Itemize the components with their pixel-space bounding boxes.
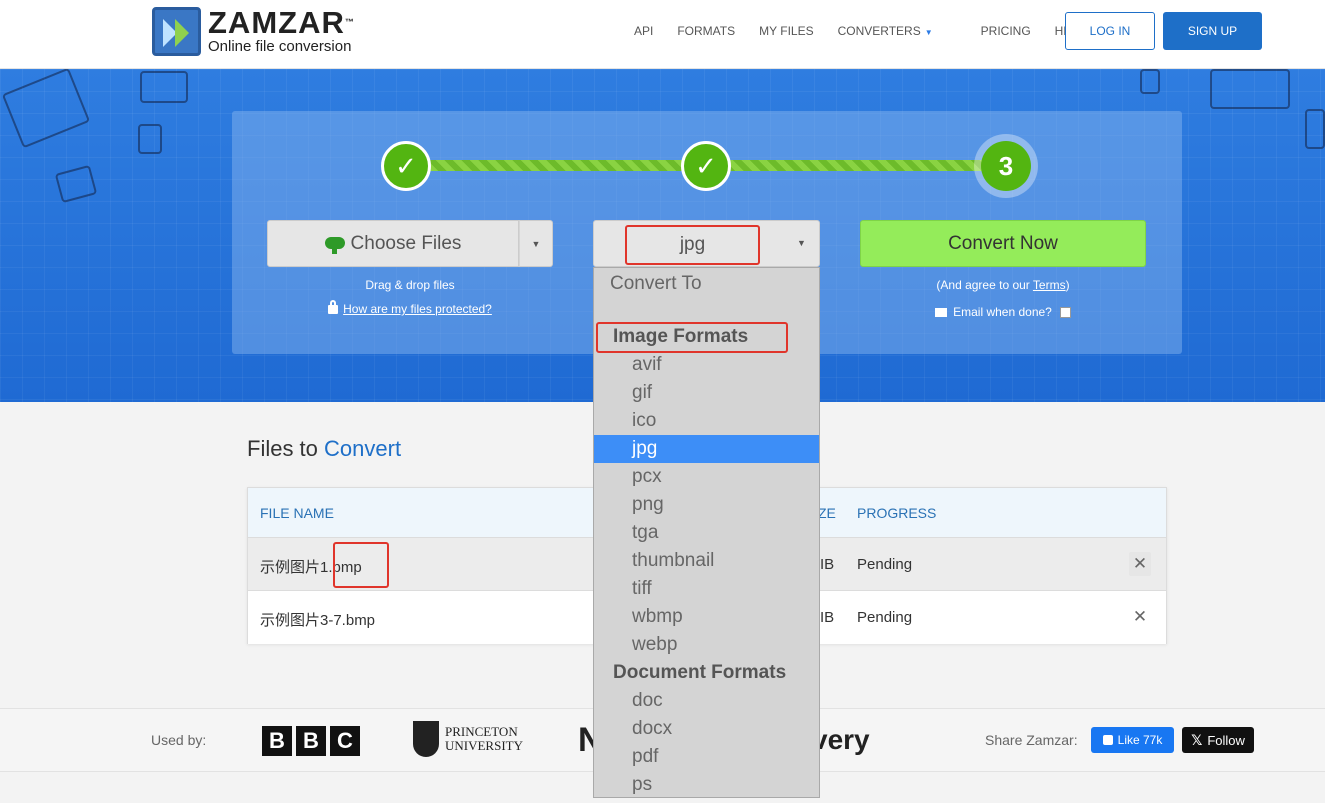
nav-my-files[interactable]: MY FILES — [759, 24, 813, 38]
laptop-icon — [1210, 69, 1290, 109]
share-label: Share Zamzar: — [985, 732, 1078, 748]
used-by-label: Used by: — [151, 732, 207, 748]
upload-cloud-icon — [324, 235, 345, 254]
option-wbmp[interactable]: wbmp — [594, 603, 819, 631]
brand-tagline: Online file conversion — [208, 38, 352, 55]
choose-files-button[interactable]: Choose Files — [267, 220, 519, 267]
document-file-icon — [138, 124, 162, 154]
email-checkbox[interactable] — [1059, 306, 1071, 318]
x-logo-icon: 𝕏 — [1191, 731, 1203, 748]
convert-now-button[interactable]: Convert Now — [860, 220, 1146, 267]
bbc-letter: B — [262, 726, 292, 756]
highlight-box-bmp — [333, 542, 389, 588]
col-size: ZE — [818, 505, 836, 521]
thumbs-up-icon — [1102, 735, 1113, 745]
terms-link[interactable]: Terms — [1033, 278, 1066, 292]
email-when-done: Email when done? — [860, 305, 1146, 319]
choose-files-label: Choose Files — [350, 232, 462, 254]
option-tga[interactable]: tga — [594, 519, 819, 547]
col-progress: PROGRESS — [857, 505, 937, 521]
princeton-logo: PRINCETON UNIVERSITY — [413, 721, 523, 757]
remove-file-button[interactable]: ✕ — [1129, 605, 1151, 629]
nav-formats[interactable]: FORMATS — [677, 24, 735, 38]
device-icon — [1305, 109, 1325, 149]
title-part-2: Convert — [324, 436, 402, 461]
terms-prefix: (And agree to our — [936, 278, 1033, 292]
mail-icon — [935, 307, 948, 317]
step-3-indicator: 3 — [981, 141, 1031, 191]
option-jpg[interactable]: jpg — [594, 435, 819, 463]
video-file-icon — [140, 71, 188, 103]
caret-down-icon: ▼ — [531, 238, 541, 249]
bbc-logo: B B C — [262, 726, 364, 756]
signup-button[interactable]: SIGN UP — [1163, 12, 1262, 50]
files-protected-link[interactable]: How are my files protected? — [267, 300, 553, 316]
caret-down-icon: ▼ — [924, 28, 933, 37]
brand-name: ZAMZAR — [208, 5, 345, 40]
option-doc[interactable]: doc — [594, 687, 819, 715]
file-size: IB — [820, 609, 835, 626]
bbc-letter: B — [296, 726, 326, 756]
trademark: ™ — [344, 17, 355, 27]
option-ps[interactable]: ps — [594, 771, 819, 797]
option-thumbnail[interactable]: thumbnail — [594, 547, 819, 575]
step-2-check-icon: ✓ — [681, 141, 731, 191]
x-follow-button[interactable]: 𝕏 Follow — [1182, 727, 1254, 753]
nav-converters[interactable]: CONVERTERS ▼ — [838, 24, 957, 38]
login-button[interactable]: LOG IN — [1065, 12, 1155, 50]
file-size: IB — [820, 556, 835, 573]
option-avif[interactable]: avif — [594, 351, 819, 379]
princeton-shield-icon — [413, 721, 439, 757]
files-section-title: Files to Convert — [247, 436, 401, 462]
highlight-box-image-formats — [596, 322, 788, 353]
x-follow-label: Follow — [1207, 732, 1245, 748]
remove-file-button[interactable]: ✕ — [1129, 552, 1151, 576]
file-progress: Pending — [857, 556, 913, 573]
choose-files-dropdown-toggle[interactable]: ▼ — [519, 220, 553, 267]
files-protected-label: How are my files protected? — [343, 302, 492, 316]
option-png[interactable]: png — [594, 491, 819, 519]
terms-suffix: ) — [1065, 278, 1070, 292]
file-progress: Pending — [857, 609, 913, 626]
drag-drop-hint: Drag & drop files — [365, 278, 455, 292]
discovery-logo: very — [812, 724, 870, 755]
zamzar-logo[interactable]: ZAMZAR™ Online file conversion — [152, 7, 355, 56]
option-pcx[interactable]: pcx — [594, 463, 819, 491]
nav-pricing[interactable]: PRICING — [981, 24, 1031, 38]
fb-like-label: Like 77k — [1117, 733, 1163, 747]
email-label: Email when done? — [953, 305, 1052, 319]
bbc-letter: C — [330, 726, 360, 756]
option-pdf[interactable]: pdf — [594, 743, 819, 771]
facebook-like-button[interactable]: Like 77k — [1091, 727, 1174, 753]
option-tiff[interactable]: tiff — [594, 575, 819, 603]
nav-api[interactable]: API — [634, 24, 653, 38]
files-stack-icon — [1140, 69, 1160, 94]
option-docx[interactable]: docx — [594, 715, 819, 743]
dropdown-placeholder: Convert To — [610, 273, 702, 294]
option-ico[interactable]: ico — [594, 407, 819, 435]
nav-converters-label: CONVERTERS — [837, 24, 921, 38]
caret-down-icon: ▼ — [797, 238, 806, 248]
group-header-document: Document Formats — [613, 662, 787, 683]
title-part-1: Files to — [247, 436, 325, 461]
princeton-line-1: PRINCETON — [445, 724, 518, 739]
zamzar-logo-icon — [152, 7, 201, 56]
site-header: ZAMZAR™ Online file conversion API FORMA… — [0, 0, 1325, 69]
main-nav: API FORMATS MY FILES CONVERTERS ▼ PRICING… — [634, 24, 1110, 38]
selected-format-value[interactable]: jpg — [625, 225, 760, 265]
col-file-name: FILE NAME — [260, 505, 334, 521]
option-gif[interactable]: gif — [594, 379, 819, 407]
terms-agreement: (And agree to our Terms) — [860, 278, 1146, 292]
option-webp[interactable]: webp — [594, 631, 819, 659]
princeton-line-2: UNIVERSITY — [445, 738, 523, 753]
step-1-check-icon: ✓ — [381, 141, 431, 191]
file-name: 示例图片3-7.bmp — [260, 612, 376, 629]
lock-icon — [328, 300, 339, 314]
